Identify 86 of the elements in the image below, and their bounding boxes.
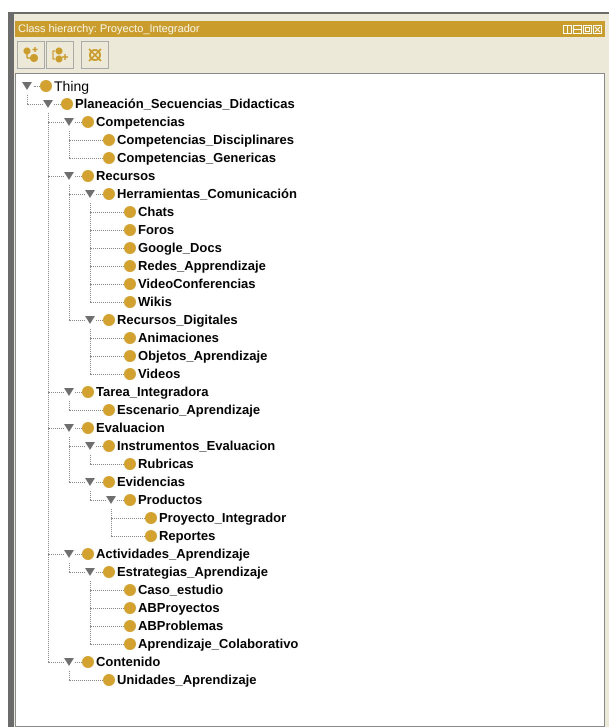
class-icon <box>124 242 136 254</box>
class-label[interactable]: Productos <box>138 490 202 510</box>
class-label[interactable]: Actividades_Aprendizaje <box>96 544 250 564</box>
class-icon <box>82 656 94 668</box>
class-label[interactable]: Estrategias_Aprendizaje <box>117 562 268 582</box>
class-icon <box>103 314 115 326</box>
class-icon <box>82 170 94 182</box>
class-icon <box>124 458 136 470</box>
class-icon <box>124 224 136 236</box>
class-icon <box>124 602 136 614</box>
collapse-triangle-icon[interactable] <box>64 423 74 433</box>
class-label[interactable]: Videos <box>138 364 180 384</box>
class-label[interactable]: Objetos_Aprendizaje <box>138 346 268 366</box>
class-label[interactable]: Herramientas_Comunicación <box>117 184 297 204</box>
class-icon <box>82 116 94 128</box>
collapse-triangle-icon[interactable] <box>43 99 53 109</box>
class-label[interactable]: Competencias_Disciplinares <box>117 130 294 150</box>
class-label[interactable]: Caso_estudio <box>138 580 224 600</box>
class-label[interactable]: Tarea_Integradora <box>96 382 208 402</box>
class-label[interactable]: Recursos <box>96 166 156 186</box>
class-label[interactable]: Thing <box>54 76 90 96</box>
collapse-triangle-icon[interactable] <box>106 495 116 505</box>
class-icon <box>82 386 94 398</box>
class-label[interactable]: Planeación_Secuencias_Didacticas <box>75 94 295 114</box>
class-icon <box>124 296 136 308</box>
class-label[interactable]: Competencias_Genericas <box>117 148 276 168</box>
class-label[interactable]: Unidades_Aprendizaje <box>117 670 256 690</box>
class-icon <box>124 260 136 272</box>
class-label[interactable]: Google_Docs <box>138 238 222 258</box>
collapse-triangle-icon[interactable] <box>85 315 95 325</box>
class-icon <box>124 494 136 506</box>
class-icon <box>103 440 115 452</box>
class-label[interactable]: Wikis <box>138 292 172 312</box>
class-icon <box>124 350 136 362</box>
class-label[interactable]: Proyecto_Integrador <box>159 508 286 528</box>
collapse-triangle-icon[interactable] <box>64 171 74 181</box>
class-label[interactable]: Instrumentos_Evaluacion <box>117 436 276 456</box>
class-icon <box>145 530 157 542</box>
class-label[interactable]: Competencias <box>96 112 185 132</box>
class-icon <box>124 278 136 290</box>
class-icon <box>103 152 115 164</box>
collapse-triangle-icon[interactable] <box>85 477 95 487</box>
class-icon <box>124 584 136 596</box>
panel-title: Class hierarchy: Proyecto_Integrador <box>18 22 200 37</box>
class-icon <box>61 98 73 110</box>
class-icon <box>103 566 115 578</box>
class-label[interactable]: VideoConferencias <box>138 274 256 294</box>
collapse-triangle-icon[interactable] <box>85 441 95 451</box>
class-icon <box>124 206 136 218</box>
class-icon <box>103 674 115 686</box>
add-sibling-icon <box>51 46 69 64</box>
class-icon <box>82 422 94 434</box>
class-label[interactable]: Foros <box>138 220 174 240</box>
class-icon <box>40 80 52 92</box>
class-label[interactable]: Rubricas <box>138 454 194 474</box>
collapse-triangle-icon[interactable] <box>22 81 32 91</box>
class-icon <box>82 548 94 560</box>
class-label[interactable]: Escenario_Aprendizaje <box>117 400 260 420</box>
class-label[interactable]: Chats <box>138 202 174 222</box>
class-label[interactable]: Evidencias <box>117 472 185 492</box>
class-label[interactable]: Evaluacion <box>96 418 165 438</box>
class-icon <box>124 368 136 380</box>
collapse-triangle-icon[interactable] <box>85 189 95 199</box>
class-icon <box>124 332 136 344</box>
class-label[interactable]: Contenido <box>96 652 160 672</box>
collapse-triangle-icon[interactable] <box>64 387 74 397</box>
add-subclass-icon <box>22 46 40 64</box>
class-label[interactable]: Recursos_Digitales <box>117 310 238 330</box>
collapse-triangle-icon[interactable] <box>85 567 95 577</box>
class-label[interactable]: Redes_Apprendizaje <box>138 256 266 276</box>
class-label[interactable]: ABProblemas <box>138 616 224 636</box>
collapse-triangle-icon[interactable] <box>64 657 74 667</box>
class-icon <box>124 638 136 650</box>
class-label[interactable]: Animaciones <box>138 328 219 348</box>
collapse-triangle-icon[interactable] <box>64 549 74 559</box>
class-icon <box>145 512 157 524</box>
class-icon <box>103 404 115 416</box>
class-icon <box>103 188 115 200</box>
class-icon <box>103 134 115 146</box>
class-label[interactable]: Reportes <box>159 526 216 546</box>
collapse-triangle-icon[interactable] <box>64 117 74 127</box>
class-label[interactable]: Aprendizaje_Colaborativo <box>138 634 298 654</box>
class-icon <box>124 620 136 632</box>
class-label[interactable]: ABProyectos <box>138 598 220 618</box>
class-icon <box>103 476 115 488</box>
delete-icon <box>86 46 104 64</box>
